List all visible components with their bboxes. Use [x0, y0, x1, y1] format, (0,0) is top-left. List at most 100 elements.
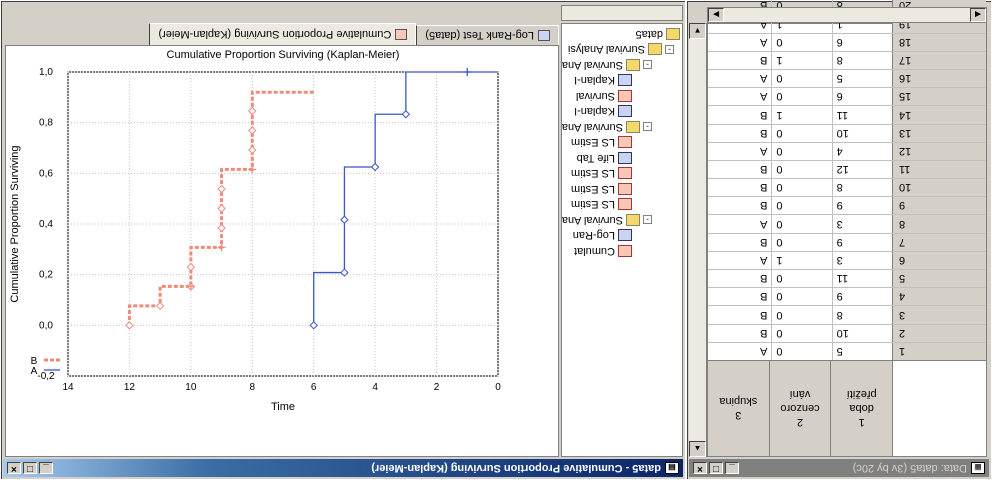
- scroll-down-button[interactable]: ▼: [689, 23, 706, 39]
- row-header[interactable]: 5: [892, 270, 986, 288]
- cell-censoring[interactable]: 0: [771, 288, 832, 306]
- data-window-titlebar[interactable]: ▦ Data: data5 (3v by 20c) _ □ ×: [689, 459, 989, 477]
- table-row[interactable]: 2 10 0 B: [708, 323, 986, 342]
- cell-censoring[interactable]: 0: [771, 142, 832, 160]
- cell-survival-time[interactable]: 3: [831, 251, 892, 270]
- cell-group[interactable]: A: [708, 70, 771, 87]
- cell-censoring[interactable]: 0: [771, 270, 832, 288]
- spreadsheet-grid[interactable]: 1 doba přežití 2 cenzoro vání 3 skupina …: [707, 0, 987, 457]
- column-header-2[interactable]: 2 cenzoro vání: [768, 361, 831, 456]
- cell-survival-time[interactable]: 9: [831, 288, 892, 306]
- row-header[interactable]: 2: [892, 324, 986, 342]
- row-header[interactable]: 16: [892, 70, 986, 88]
- row-header[interactable]: 13: [892, 124, 986, 142]
- cell-group[interactable]: A: [708, 88, 771, 105]
- table-row[interactable]: 790B: [708, 232, 986, 251]
- cell-censoring[interactable]: 0: [771, 70, 832, 88]
- row-header[interactable]: 10: [892, 179, 986, 197]
- cell-censoring[interactable]: 1: [771, 51, 832, 69]
- workbook-tree[interactable]: data5- Survival Analysi - Survival Ana Kapla…: [561, 23, 683, 457]
- tree-item[interactable]: Kaplan-I: [574, 104, 632, 120]
- cell-group[interactable]: B: [708, 306, 771, 323]
- cell-censoring[interactable]: 0: [771, 124, 832, 142]
- cell-survival-time[interactable]: 8: [831, 51, 892, 69]
- tree-item[interactable]: Log-Ran: [573, 228, 632, 244]
- cell-censoring[interactable]: 0: [771, 179, 832, 197]
- row-header[interactable]: 18: [892, 33, 986, 51]
- minimize-button[interactable]: _: [725, 462, 739, 474]
- cell-survival-time[interactable]: 5: [831, 70, 892, 88]
- tab-cumulative-proportion[interactable]: Cumulative Proportion Surviving (Kaplan-…: [149, 23, 417, 45]
- row-header[interactable]: 15: [892, 88, 986, 106]
- tree-item[interactable]: Cumulat: [574, 243, 632, 259]
- cell-group[interactable]: B: [708, 197, 771, 214]
- cell-survival-time[interactable]: 8: [831, 306, 892, 324]
- cell-survival-time[interactable]: 6: [831, 88, 892, 106]
- scroll-right-button[interactable]: ▶: [708, 8, 724, 22]
- cell-group[interactable]: B: [708, 161, 771, 178]
- cell-censoring[interactable]: 0: [771, 88, 832, 106]
- chart-area[interactable]: 0 2 4 6 8 10 12 14 1,0 0,8 0,6 0,4 0,2 0,0 -0,2 Time Cum…: [5, 28, 559, 457]
- row-header[interactable]: 8: [892, 215, 986, 233]
- table-row[interactable]: 14 11 1 B: [708, 105, 986, 124]
- cell-survival-time[interactable]: 11: [831, 106, 892, 124]
- column-header-1[interactable]: 1 doba přežití: [830, 361, 892, 456]
- cell-group[interactable]: B: [708, 106, 771, 123]
- minimize-button[interactable]: _: [39, 462, 53, 474]
- cell-survival-time[interactable]: 12: [831, 160, 892, 179]
- tree-item[interactable]: Kaplan-I: [574, 73, 632, 89]
- row-header[interactable]: 17: [892, 51, 986, 69]
- cell-survival-time[interactable]: 9: [831, 197, 892, 215]
- table-row[interactable]: 17 8 1 B: [708, 50, 986, 69]
- cell-group[interactable]: B: [708, 52, 771, 69]
- cell-group[interactable]: B: [708, 325, 771, 342]
- table-row[interactable]: 11 12 0 B: [708, 159, 986, 179]
- table-row[interactable]: 990B: [708, 196, 986, 215]
- table-row[interactable]: 16 5 0 A: [708, 69, 986, 88]
- cell-group[interactable]: A: [708, 216, 771, 233]
- maximize-button[interactable]: □: [709, 462, 723, 474]
- maximize-button[interactable]: □: [23, 462, 37, 474]
- table-row[interactable]: 150A: [708, 341, 986, 360]
- row-header[interactable]: 11: [892, 160, 986, 179]
- cell-censoring[interactable]: 0: [771, 342, 832, 360]
- cell-group[interactable]: A: [708, 252, 771, 269]
- cell-censoring[interactable]: 0: [771, 33, 832, 51]
- expand-collapse-icon[interactable]: -: [665, 45, 674, 54]
- row-header[interactable]: 12: [892, 142, 986, 160]
- expand-collapse-icon[interactable]: -: [643, 122, 652, 132]
- tree-item[interactable]: LS Estim: [571, 166, 632, 182]
- close-button[interactable]: ×: [7, 462, 21, 474]
- graph-window-titlebar[interactable]: ▤ data5 - Cumulative Proportion Survivin…: [3, 459, 683, 477]
- tree-item[interactable]: LS Estim: [571, 135, 632, 151]
- table-row[interactable]: 15 6 0 A: [708, 87, 986, 106]
- cell-group[interactable]: B: [708, 179, 771, 196]
- expand-collapse-icon[interactable]: -: [643, 60, 652, 70]
- tree-item[interactable]: - Survival Ana: [562, 212, 652, 228]
- cell-survival-time[interactable]: 11: [831, 270, 892, 288]
- cell-censoring[interactable]: 1: [771, 251, 832, 270]
- row-header[interactable]: 4: [892, 288, 986, 306]
- cell-survival-time[interactable]: 6: [831, 33, 892, 51]
- row-header[interactable]: 9: [892, 197, 986, 215]
- cell-survival-time[interactable]: 8: [831, 179, 892, 197]
- cell-censoring[interactable]: 0: [771, 324, 832, 342]
- row-header[interactable]: 1: [892, 342, 986, 360]
- cell-group[interactable]: B: [708, 270, 771, 287]
- table-row[interactable]: 5 11 0 B: [708, 269, 986, 288]
- tree-item[interactable]: data5: [635, 26, 680, 42]
- cell-censoring[interactable]: 0: [771, 306, 832, 324]
- table-row[interactable]: 18 6 0 A: [708, 32, 986, 51]
- corner-cell[interactable]: [892, 361, 986, 456]
- cell-survival-time[interactable]: 3: [831, 215, 892, 233]
- cell-censoring[interactable]: 0: [771, 160, 832, 179]
- horizontal-scrollbar[interactable]: ◀ ▶: [707, 7, 987, 23]
- tab-log-rank-test[interactable]: Log-Rank Test (data5): [416, 25, 559, 45]
- vertical-scrollbar[interactable]: ▲ ▼: [689, 23, 707, 457]
- table-row[interactable]: 12 4 0 A: [708, 141, 986, 160]
- tree-item[interactable]: LS Estim: [571, 181, 632, 197]
- tree-item[interactable]: - Survival Ana: [562, 57, 652, 73]
- cell-survival-time[interactable]: 5: [831, 342, 892, 360]
- table-row[interactable]: 10 8 0 B: [708, 178, 986, 197]
- tree-item[interactable]: - Survival Analysi: [568, 42, 674, 58]
